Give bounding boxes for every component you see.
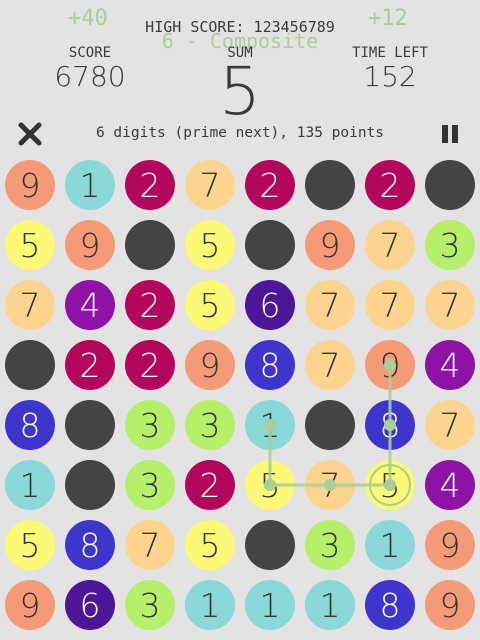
blocked-cell[interactable] [425, 160, 475, 210]
blocked-cell[interactable] [5, 340, 55, 390]
digit-cell[interactable]: 2 [125, 160, 175, 210]
digit-cell[interactable]: 9 [425, 580, 475, 630]
digit-cell[interactable]: 3 [125, 580, 175, 630]
digit-cell[interactable]: 3 [125, 400, 175, 450]
digit-cell[interactable]: 7 [425, 400, 475, 450]
digit-cell[interactable]: 7 [305, 460, 355, 510]
blocked-cell[interactable] [305, 400, 355, 450]
digit-cell[interactable]: 9 [65, 220, 115, 270]
digit-cell[interactable]: 7 [365, 220, 415, 270]
digit-cell[interactable]: 3 [185, 400, 235, 450]
digit-cell[interactable]: 8 [245, 340, 295, 390]
digit-cell[interactable]: 5 [185, 220, 235, 270]
digit-cell[interactable]: 2 [185, 460, 235, 510]
pause-icon[interactable] [438, 122, 462, 146]
digit-cell[interactable]: 5 [185, 520, 235, 570]
digit-cell[interactable]: 2 [365, 160, 415, 210]
time-left-value: 152 [363, 60, 417, 93]
digit-cell[interactable]: 3 [125, 460, 175, 510]
time-left-label: TIME LEFT [352, 45, 428, 61]
digit-cell[interactable]: 7 [305, 280, 355, 330]
digit-cell[interactable]: 7 [5, 280, 55, 330]
digit-cell[interactable]: 3 [425, 220, 475, 270]
digit-cell[interactable]: 1 [65, 160, 115, 210]
digit-cell[interactable]: 5 [5, 220, 55, 270]
digit-cell[interactable]: 1 [245, 580, 295, 630]
blocked-cell[interactable] [245, 520, 295, 570]
digit-cell[interactable]: 7 [125, 520, 175, 570]
digit-cell[interactable]: 1 [365, 520, 415, 570]
score-value: 6780 [54, 60, 126, 93]
digit-cell[interactable]: 5 [5, 520, 55, 570]
digit-cell[interactable]: 9 [185, 340, 235, 390]
blocked-cell[interactable] [125, 220, 175, 270]
digit-cell[interactable]: 7 [365, 280, 415, 330]
status-text: 6 digits (prime next), 135 points [95, 125, 385, 141]
digit-cell[interactable]: 8 [365, 400, 415, 450]
digit-cell[interactable]: 1 [305, 580, 355, 630]
high-score: HIGH SCORE: 123456789 [145, 18, 335, 36]
digit-cell[interactable]: 8 [65, 520, 115, 570]
digit-cell[interactable]: 5 [185, 280, 235, 330]
digit-cell[interactable]: 2 [65, 340, 115, 390]
digit-cell[interactable]: 2 [125, 340, 175, 390]
digit-cell[interactable]: 4 [65, 280, 115, 330]
game-board: 9127225959737425677722987948331871325754… [0, 155, 480, 640]
digit-cell[interactable]: 6 [65, 580, 115, 630]
digit-cell[interactable]: 1 [5, 460, 55, 510]
digit-cell[interactable]: 7 [425, 280, 475, 330]
blocked-cell[interactable] [65, 460, 115, 510]
score-label: SCORE [68, 45, 112, 61]
digit-cell[interactable]: 2 [125, 280, 175, 330]
digit-cell[interactable]: 9 [365, 340, 415, 390]
blocked-cell[interactable] [65, 400, 115, 450]
digit-cell[interactable]: 9 [425, 520, 475, 570]
digit-cell[interactable]: 1 [245, 400, 295, 450]
digit-cell[interactable]: 5 [365, 460, 415, 510]
digit-cell[interactable]: 6 [245, 280, 295, 330]
digit-cell[interactable]: 9 [5, 580, 55, 630]
digit-cell[interactable]: 9 [305, 220, 355, 270]
digit-cell[interactable]: 7 [185, 160, 235, 210]
digit-cell[interactable]: 1 [185, 580, 235, 630]
digit-cell[interactable]: 4 [425, 460, 475, 510]
digit-cell[interactable]: 8 [365, 580, 415, 630]
digit-cell[interactable]: 8 [5, 400, 55, 450]
blocked-cell[interactable] [245, 220, 295, 270]
digit-cell[interactable]: 4 [425, 340, 475, 390]
digit-cell[interactable]: 7 [305, 340, 355, 390]
digit-cell[interactable]: 3 [305, 520, 355, 570]
blocked-cell[interactable] [305, 160, 355, 210]
sum-value: 5 [219, 53, 261, 130]
digit-cell[interactable]: 5 [245, 460, 295, 510]
digit-cell[interactable]: 2 [245, 160, 295, 210]
digit-cell[interactable]: 9 [5, 160, 55, 210]
